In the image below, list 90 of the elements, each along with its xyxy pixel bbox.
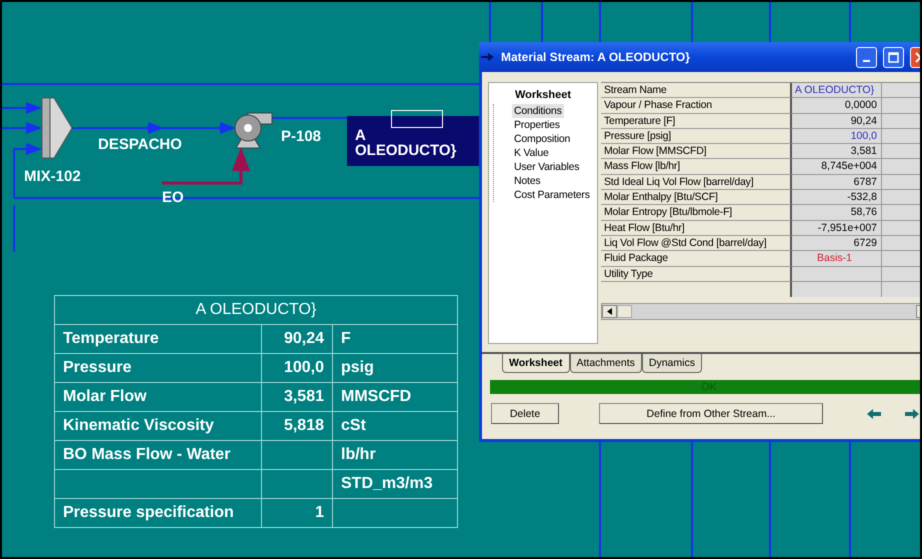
property-value: 100,0: [262, 354, 332, 382]
grid-label: Molar Entropy [Btu/lbmole-F]: [601, 205, 792, 221]
nav-header: Worksheet: [514, 88, 572, 103]
grid-label: Pressure [psig]: [601, 128, 792, 144]
grid-cell: [882, 266, 920, 282]
grid-value[interactable]: 100,0: [792, 128, 882, 144]
horizontal-scrollbar[interactable]: [601, 303, 920, 320]
grid-label: Std Ideal Liq Vol Flow [barrel/day]: [601, 174, 792, 190]
grid-label: Liq Vol Flow @Std Cond [barrel/day]: [601, 236, 792, 252]
grid-cell: [882, 205, 920, 221]
grid-label: Vapour / Phase Fraction: [601, 98, 792, 114]
property-name: Molar Flow: [54, 382, 262, 412]
grid-value[interactable]: 3,581: [792, 144, 882, 160]
scroll-left-button[interactable]: [602, 305, 617, 318]
grid-cell: [882, 251, 920, 267]
grid-cell: [882, 83, 920, 98]
grid-label: Utility Type: [601, 266, 792, 282]
unit-label: MIX-102: [24, 168, 81, 185]
property-unit: lb/hr: [332, 440, 458, 470]
stream-label: DESPACHO: [98, 136, 182, 153]
define-button[interactable]: Define from Other Stream...: [599, 403, 823, 424]
grid-cell: [882, 159, 920, 175]
tab[interactable]: Attachments: [570, 354, 642, 373]
property-value: 90,24: [262, 324, 332, 354]
grid-value[interactable]: -7,951e+007: [792, 220, 882, 236]
nav-item[interactable]: Notes: [512, 174, 542, 188]
nav-item[interactable]: User Variables: [512, 160, 582, 174]
grid-label: Mass Flow [lb/hr]: [601, 159, 792, 175]
property-name: Temperature: [54, 324, 262, 354]
grid-cell: [882, 144, 920, 160]
pump-drawing: [234, 112, 272, 148]
nav-item[interactable]: Conditions: [512, 104, 564, 118]
unit-label: P-108: [281, 128, 322, 145]
selected-stream[interactable]: A OLEODUCTO}: [347, 116, 479, 166]
grid-value[interactable]: 6787: [792, 174, 882, 190]
property-value: 5,818: [262, 412, 332, 440]
grid-label: Temperature [F]: [601, 114, 792, 129]
property-name: Pressure specification: [54, 498, 262, 528]
nav-item[interactable]: Composition: [512, 132, 572, 146]
grid-cell: [882, 282, 920, 298]
grid-cell: [882, 128, 920, 144]
grid-value[interactable]: 90,24: [792, 114, 882, 129]
property-name: BO Mass Flow - Water: [54, 440, 262, 470]
property-unit: cSt: [332, 412, 458, 440]
property-unit: STD_m3/m3: [332, 470, 458, 498]
grid-value[interactable]: -532,8: [792, 190, 882, 206]
arrow-left-icon[interactable]: [867, 408, 881, 418]
arrow-right-icon[interactable]: [905, 408, 919, 418]
minimize-button[interactable]: [856, 46, 877, 68]
left-triangle-icon: [607, 308, 612, 316]
grid-value[interactable]: A OLEODUCTO}: [792, 83, 882, 98]
property-value: 3,581: [262, 382, 332, 412]
nav-item[interactable]: Properties: [512, 118, 562, 132]
property-value: 1: [262, 498, 332, 528]
grid-label: Molar Enthalpy [Btu/SCF]: [601, 190, 792, 206]
grid-value[interactable]: 6729: [792, 236, 882, 252]
grid-value[interactable]: 0,0000: [792, 98, 882, 114]
grid-cell: [882, 190, 920, 206]
maximize-button[interactable]: [883, 46, 904, 68]
stream-label: EO: [162, 189, 184, 206]
window-title: Material Stream: A OLEODUCTO}: [501, 50, 691, 64]
maximize-icon: [888, 52, 899, 62]
grid-cell: [882, 236, 920, 252]
tab[interactable]: Dynamics: [642, 354, 702, 373]
mixer-drawing: [42, 98, 73, 158]
grid-cell: [882, 114, 920, 129]
minimize-icon: [863, 60, 870, 62]
grid-cell: [882, 174, 920, 190]
grid-cell: [882, 98, 920, 114]
scroll-thumb[interactable]: [617, 305, 632, 318]
stream-arrow-icon: [481, 53, 495, 61]
grid-cell: [882, 220, 920, 236]
selection-outline: [391, 110, 443, 128]
grid-label: Molar Flow [MMSCFD]: [601, 144, 792, 160]
property-name: Pressure: [54, 354, 262, 382]
delete-button[interactable]: Delete: [491, 403, 559, 424]
grid-value[interactable]: Basis-1: [792, 251, 882, 267]
property-unit: MMSCFD: [332, 382, 458, 412]
grid-value[interactable]: 8,745e+004: [792, 159, 882, 175]
nav-item[interactable]: Cost Parameters: [512, 188, 592, 202]
grid-label: Heat Flow [Btu/hr]: [601, 220, 792, 236]
grid-value[interactable]: 58,76: [792, 205, 882, 221]
property-name: Kinematic Viscosity: [54, 412, 262, 440]
tab[interactable]: Worksheet: [502, 354, 570, 373]
grid-label: Fluid Package: [601, 251, 792, 267]
table-title: A OLEODUCTO}: [54, 296, 458, 324]
property-unit: F: [332, 324, 458, 354]
property-unit: psig: [332, 354, 458, 382]
grid-label: Stream Name: [601, 83, 792, 98]
nav-item[interactable]: K Value: [512, 146, 551, 160]
